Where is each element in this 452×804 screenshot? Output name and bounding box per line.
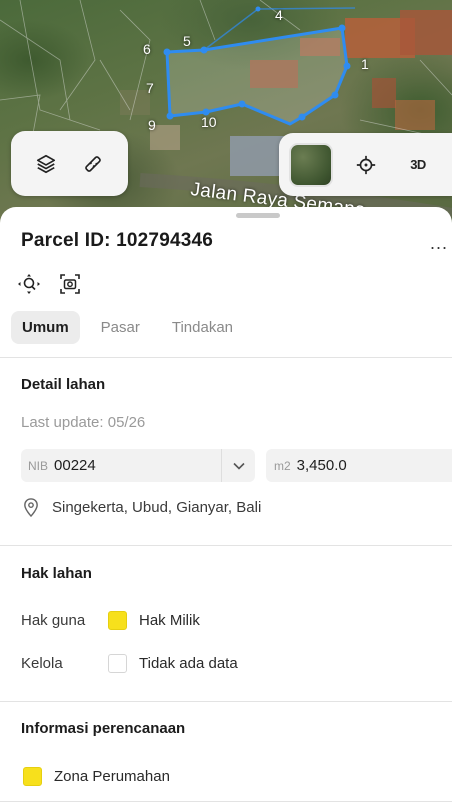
- camera-frame-icon: [60, 274, 80, 294]
- measure-icon: [84, 155, 101, 172]
- divider: [0, 545, 452, 546]
- map-view-panel: 3D: [279, 133, 452, 196]
- vertex-label-10: 10: [201, 114, 217, 130]
- rights-row-kelola: Kelola Tidak ada data: [21, 654, 238, 673]
- vertex-label-4: 4: [275, 7, 283, 23]
- vertex-label-9: 9: [148, 117, 156, 133]
- location-pin-icon: [24, 498, 38, 517]
- area-field: m2 3,450.0: [266, 449, 452, 482]
- last-update-text: Last update: 05/26: [21, 414, 146, 431]
- divider: [0, 801, 452, 802]
- zone-value: Zona Perumahan: [54, 768, 170, 785]
- color-swatch: [108, 611, 127, 630]
- nib-select[interactable]: NIB 00224: [21, 449, 255, 482]
- area-value: 3,450.0: [296, 457, 347, 474]
- more-options-button[interactable]: ...: [430, 233, 448, 254]
- vertex-label-1: 1: [361, 56, 369, 72]
- vertex-label-7: 7: [146, 80, 154, 96]
- layers-icon: [37, 154, 56, 173]
- layers-button[interactable]: [26, 144, 66, 184]
- area-unit: m2: [274, 458, 291, 473]
- parcel-tools: [17, 273, 81, 300]
- nib-value: 00224: [54, 457, 96, 474]
- location-text: Singekerta, Ubud, Gianyar, Bali: [52, 499, 262, 516]
- satellite-thumbnail[interactable]: [289, 142, 333, 187]
- divider: [0, 357, 452, 358]
- tab-pasar[interactable]: Pasar: [90, 311, 151, 344]
- rights-heading: Hak lahan: [21, 565, 92, 582]
- location-row: Singekerta, Ubud, Gianyar, Bali: [23, 498, 261, 517]
- parcel-sheet: Parcel ID: 102794346 ... Umum Pasar Tind…: [0, 207, 452, 804]
- vertex-label-6: 6: [143, 41, 151, 57]
- zone-color-swatch: [23, 767, 42, 786]
- vertex-label-5: 5: [183, 33, 191, 49]
- zone-row: Zona Perumahan: [23, 767, 170, 786]
- view-3d-button[interactable]: 3D: [398, 145, 438, 185]
- tab-bar: Umum Pasar Tindakan: [11, 311, 254, 344]
- detail-heading: Detail lahan: [21, 376, 106, 393]
- divider: [0, 701, 452, 702]
- parcel-title: Parcel ID: 102794346: [21, 230, 214, 251]
- map-view[interactable]: 1 4 5 6 7 9 10 Jalan Raya Semana 3D: [0, 0, 452, 225]
- color-swatch: [108, 654, 127, 673]
- zoom-to-parcel-icon: [18, 274, 40, 294]
- map-tools-panel: [11, 131, 128, 196]
- rights-label: Kelola: [21, 655, 63, 672]
- locate-icon: [356, 155, 376, 174]
- rights-label: Hak guna: [21, 612, 86, 629]
- tab-umum[interactable]: Umum: [11, 311, 80, 344]
- sheet-drag-handle[interactable]: [236, 213, 280, 218]
- rights-row-hak-guna: Hak guna Hak Milik: [21, 611, 200, 630]
- measure-button[interactable]: [73, 144, 113, 184]
- rights-value: Hak Milik: [139, 612, 200, 629]
- nib-prefix: NIB: [28, 458, 49, 473]
- tab-tindakan[interactable]: Tindakan: [161, 311, 244, 344]
- zoom-to-parcel-button[interactable]: [17, 273, 41, 300]
- nib-dropdown-button[interactable]: [221, 449, 255, 482]
- rights-value: Tidak ada data: [139, 655, 238, 672]
- screenshot-button[interactable]: [59, 273, 81, 300]
- locate-button[interactable]: [346, 145, 386, 185]
- planning-heading: Informasi perencanaan: [21, 720, 186, 737]
- chevron-down-icon: [232, 462, 245, 470]
